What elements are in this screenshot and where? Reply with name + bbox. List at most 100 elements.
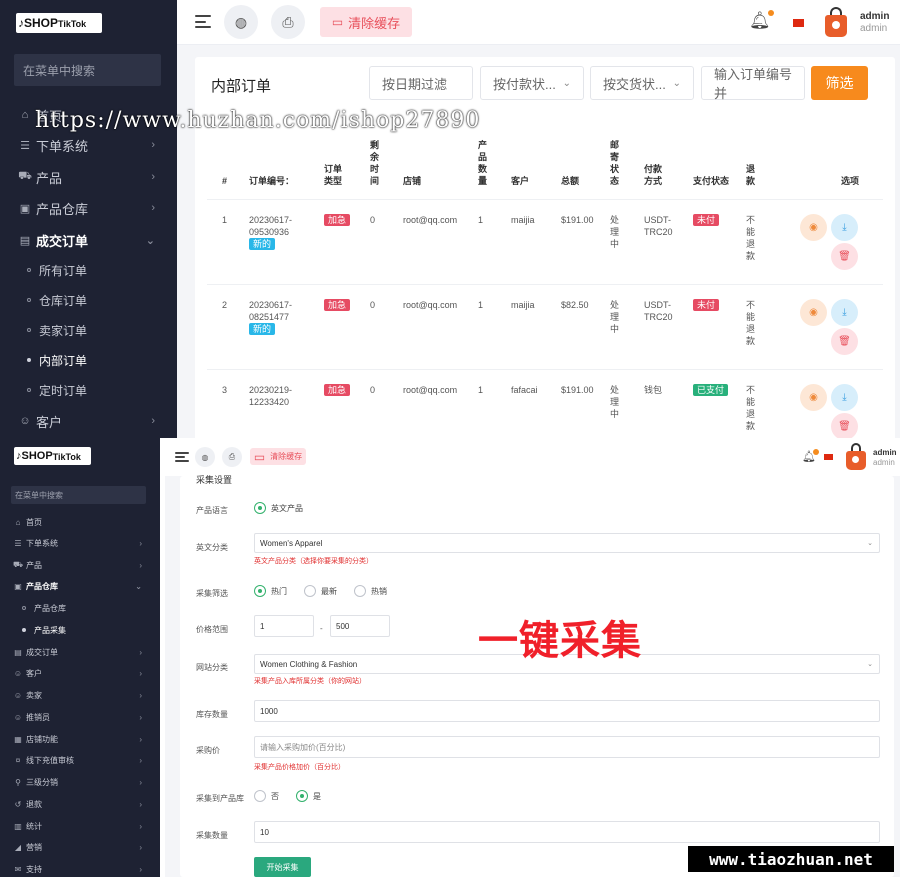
printer-icon[interactable]: ⎙ (222, 447, 242, 467)
sidebar-item-label: 下单系统 (36, 138, 89, 154)
avatar[interactable] (846, 443, 866, 470)
cell-shipping: 处理中 (610, 215, 620, 249)
cell-order-no[interactable]: 20230617-09530936 新的 (249, 214, 299, 250)
sidebar-item-marketing[interactable]: ◢ 营销 › (0, 836, 160, 858)
download-icon[interactable]: ⤓ (831, 384, 858, 411)
sidebar-item-order-system[interactable]: ☰ 下单系统 › (0, 130, 177, 160)
order-search-input[interactable]: 输入订单编号并 (701, 66, 805, 101)
chevron-right-icon: › (139, 777, 142, 787)
cell-order-no[interactable]: 20230219-12233420 (249, 384, 299, 408)
sidebar-item-order-system[interactable]: ☰ 下单系统 › (0, 532, 160, 554)
inbox-icon: ▭ (331, 15, 344, 29)
sidebar-item-distribution[interactable]: ⚲ 三级分销 › (0, 771, 160, 793)
topbar: ◍ ⎙ ▭ 清除缓存 🔔︎ admin admin (165, 438, 900, 476)
sidebar-item-products[interactable]: ⛟ 产品 › (0, 162, 177, 192)
topbar: ◍ ⎙ ▭ 清除缓存 🔔︎ admin admin (177, 0, 900, 45)
cell-shop: root@qq.com (403, 300, 458, 310)
sidebar-item-orders[interactable]: ▤ 成交订单 ⌄ (0, 225, 177, 255)
sidebar-item-offline-recharge[interactable]: ¤ 线下充值审核 › (0, 749, 160, 771)
sidebar-item-sellers[interactable]: ☺ 卖家 › (0, 684, 160, 706)
sidebar-subitem-warehouse-orders[interactable]: 仓库订单 (0, 285, 177, 315)
sidebar-item-orders[interactable]: ▤ 成交订单 › (0, 641, 160, 663)
download-icon[interactable]: ⤓ (831, 299, 858, 326)
bell-icon[interactable]: 🔔︎ (749, 10, 774, 31)
sidebar-subitem-product-collect[interactable]: 产品采集 (0, 619, 160, 641)
delivery-status-select[interactable]: 按交货状... ⌄ (590, 66, 694, 100)
cell-refund: 不能退款 (746, 300, 756, 346)
delete-icon[interactable]: 🗑︎ (831, 243, 858, 270)
payment-status-select[interactable]: 按付款状... ⌄ (480, 66, 584, 100)
sidebar-subitem-scheduled-orders[interactable]: 定时订单 (0, 375, 177, 405)
inbox-icon: ▭ (253, 449, 266, 464)
logo[interactable]: ♪ SHOP TikTok (16, 13, 102, 33)
category-select[interactable]: Women's Apparel ⌄ (254, 533, 880, 553)
count-input[interactable]: 10 (254, 821, 880, 843)
payment-status-value: 按付款状... (493, 76, 556, 92)
notification-badge (812, 449, 819, 455)
category-hint: 英文产品分类（选择你要采集的分类） (254, 558, 373, 565)
menu-toggle-icon[interactable] (175, 452, 189, 462)
to-store-radio-no[interactable]: 否 (254, 790, 279, 802)
lang-radio-english[interactable]: 英文产品 (254, 502, 303, 514)
filter-button[interactable]: 筛选 (811, 66, 868, 100)
printer-icon[interactable]: ⎙ (271, 5, 305, 39)
sidebar-item-home[interactable]: ⌂ 首页 (0, 511, 160, 533)
cart-icon: ⛟ (13, 560, 24, 569)
markup-input[interactable]: 请输入采购加价(百分比) (254, 736, 880, 758)
clear-cache-button[interactable]: ▭ 清除缓存 (320, 7, 412, 37)
home-icon: ⌂ (15, 517, 21, 527)
user-info[interactable]: admin admin (860, 11, 889, 35)
filter-radio-hot[interactable]: 热门 (254, 585, 287, 597)
chevron-right-icon: › (139, 647, 142, 657)
delete-icon[interactable]: 🗑︎ (831, 328, 858, 355)
sidebar-subitem-internal-orders[interactable]: 内部订单 (0, 345, 177, 375)
view-icon[interactable]: ◉ (800, 299, 827, 326)
sidebar-item-label: 首页 (26, 517, 42, 527)
globe-icon[interactable]: ◍ (224, 5, 258, 39)
money-icon: ¤ (15, 755, 21, 765)
download-icon[interactable]: ⤓ (831, 214, 858, 241)
sidebar-item-refunds[interactable]: ↺ 退款 › (0, 793, 160, 815)
sidebar-subitem-seller-orders[interactable]: 卖家订单 (0, 315, 177, 345)
sidebar-item-label: 卖家 (26, 690, 42, 700)
menu-search-input[interactable]: 在菜单中搜索 (11, 486, 146, 504)
menu-search-input[interactable]: 在菜单中搜索 (14, 54, 161, 86)
sidebar-item-salesman[interactable]: ☺ 推销员 › (0, 706, 160, 728)
to-store-radio-yes[interactable]: 是 (296, 790, 321, 802)
cell-order-no[interactable]: 20230617-08251477 新的 (249, 299, 299, 335)
col-header-index: # (222, 176, 228, 186)
cell-type: 加急 (324, 384, 351, 396)
china-flag-icon[interactable] (824, 454, 833, 460)
bell-icon[interactable]: 🔔︎ (802, 449, 819, 463)
filter-radio-bestseller[interactable]: 热销 (354, 585, 387, 597)
price-min-input[interactable]: 1 (254, 615, 314, 637)
avatar[interactable] (825, 7, 847, 37)
price-max-input[interactable]: 500 (330, 615, 390, 637)
sidebar-item-warehouse[interactable]: ▣ 产品仓库 ⌄ (0, 575, 160, 597)
user-info[interactable]: admin admin (873, 448, 897, 468)
sidebar-item-store-functions[interactable]: ▦ 店铺功能 › (0, 728, 160, 750)
sidebar-item-customers[interactable]: ☺ 客户 › (0, 406, 177, 436)
sidebar-item-label: 定时订单 (39, 383, 88, 398)
china-flag-icon[interactable] (793, 19, 804, 27)
sidebar-item-products[interactable]: ⛟ 产品 › (0, 554, 160, 576)
sidebar-item-stats[interactable]: ▥ 统计 › (0, 815, 160, 837)
stock-input[interactable]: 1000 (254, 700, 880, 722)
start-collect-button[interactable]: 开始采集 (254, 857, 311, 877)
sidebar-item-warehouse[interactable]: ▣ 产品仓库 › (0, 193, 177, 223)
sidebar-subitem-all-orders[interactable]: 所有订单 (0, 255, 177, 285)
globe-icon[interactable]: ◍ (195, 447, 215, 467)
sidebar-item-customers[interactable]: ☺ 客户 › (0, 662, 160, 684)
filter-radio-newest[interactable]: 最新 (304, 585, 337, 597)
menu-toggle-icon[interactable] (195, 15, 211, 28)
sidebar-item-label: 三级分销 (26, 777, 58, 787)
clear-cache-button[interactable]: ▭ 清除缓存 (250, 448, 306, 465)
date-filter-input[interactable]: 按日期过滤 (369, 66, 473, 100)
chevron-right-icon: › (151, 415, 155, 427)
logo[interactable]: ♪ SHOP TikTok (14, 447, 91, 465)
sidebar-subitem-product-warehouse[interactable]: 产品仓库 (0, 597, 160, 619)
sidebar-item-support[interactable]: ✉ 支持 › (0, 858, 160, 877)
delete-icon[interactable]: 🗑︎ (831, 413, 858, 438)
view-icon[interactable]: ◉ (800, 214, 827, 241)
view-icon[interactable]: ◉ (800, 384, 827, 411)
